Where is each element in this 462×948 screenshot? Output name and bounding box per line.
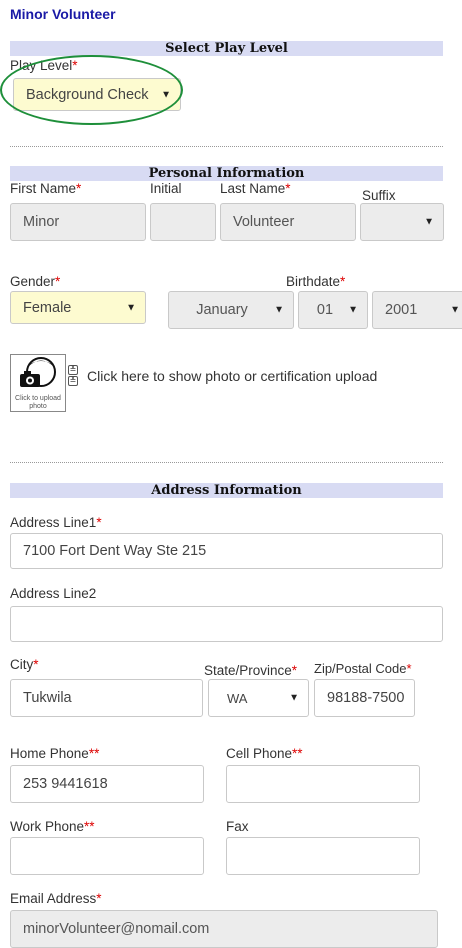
work-phone-field[interactable] — [10, 837, 204, 875]
cell-phone-label: Cell Phone** — [226, 746, 303, 761]
birth-day-select[interactable]: 01 ▼ — [298, 291, 368, 329]
state-label: State/Province* — [204, 663, 298, 678]
email-field[interactable]: minorVolunteer@nomail.com — [10, 910, 438, 948]
double-chevron-down-icon: ≚ — [68, 365, 78, 375]
first-name-field[interactable]: Minor — [10, 203, 146, 241]
upload-photo-caption: Click to upload photo — [15, 395, 61, 410]
home-phone-label: Home Phone** — [10, 746, 100, 761]
cell-phone-field[interactable] — [226, 765, 420, 803]
initial-field[interactable] — [150, 203, 216, 241]
expand-toggle[interactable]: ≚ ≚ — [68, 365, 79, 387]
gender-label: Gender* — [10, 274, 61, 289]
suffix-label: Suffix — [362, 188, 396, 203]
address-line2-label: Address Line2 — [10, 586, 97, 601]
city-field[interactable]: Tukwila — [10, 679, 203, 717]
fax-label: Fax — [226, 819, 249, 834]
zip-field[interactable]: 98188-7500 — [314, 679, 415, 717]
section-header-play-level: Select Play Level — [10, 41, 443, 56]
camera-person-icon — [20, 357, 56, 387]
first-name-label: First Name* — [10, 181, 82, 196]
home-phone-field[interactable]: 253 9441618 — [10, 765, 204, 803]
caret-down-icon: ▼ — [289, 692, 299, 704]
upload-photo-button[interactable]: Click to upload photo — [10, 354, 66, 412]
email-label: Email Address* — [10, 891, 102, 906]
suffix-select[interactable]: ▼ — [360, 203, 444, 241]
double-chevron-down-icon: ≚ — [68, 376, 78, 386]
photo-upload-link[interactable]: Click here to show photo or certificatio… — [87, 368, 377, 384]
annotation-highlight-oval — [0, 55, 183, 125]
birth-year-select[interactable]: 2001 ▼ — [372, 291, 462, 329]
section-header-address: Address Information — [10, 483, 443, 498]
last-name-label: Last Name* — [220, 181, 291, 196]
divider — [10, 146, 443, 147]
section-header-personal: Personal Information — [10, 166, 443, 181]
last-name-field[interactable]: Volunteer — [220, 203, 356, 241]
fax-field[interactable] — [226, 837, 420, 875]
work-phone-label: Work Phone** — [10, 819, 95, 834]
address-line1-field[interactable]: 7100 Fort Dent Way Ste 215 — [10, 533, 443, 569]
page-title: Minor Volunteer — [10, 6, 116, 22]
address-line1-label: Address Line1* — [10, 515, 102, 530]
gender-select[interactable]: Female ▼ — [10, 291, 146, 324]
caret-down-icon: ▼ — [450, 304, 460, 316]
caret-down-icon: ▼ — [126, 302, 136, 313]
caret-down-icon: ▼ — [424, 216, 434, 228]
birthdate-label: Birthdate* — [286, 274, 346, 289]
zip-label: Zip/Postal Code* — [314, 661, 412, 676]
city-label: City* — [10, 657, 39, 672]
caret-down-icon: ▼ — [348, 304, 358, 316]
divider — [10, 462, 443, 463]
birth-month-select[interactable]: January ▼ — [168, 291, 294, 329]
address-line2-field[interactable] — [10, 606, 443, 642]
initial-label: Initial — [150, 181, 182, 196]
state-select[interactable]: WA ▼ — [208, 679, 309, 717]
caret-down-icon: ▼ — [274, 304, 284, 316]
